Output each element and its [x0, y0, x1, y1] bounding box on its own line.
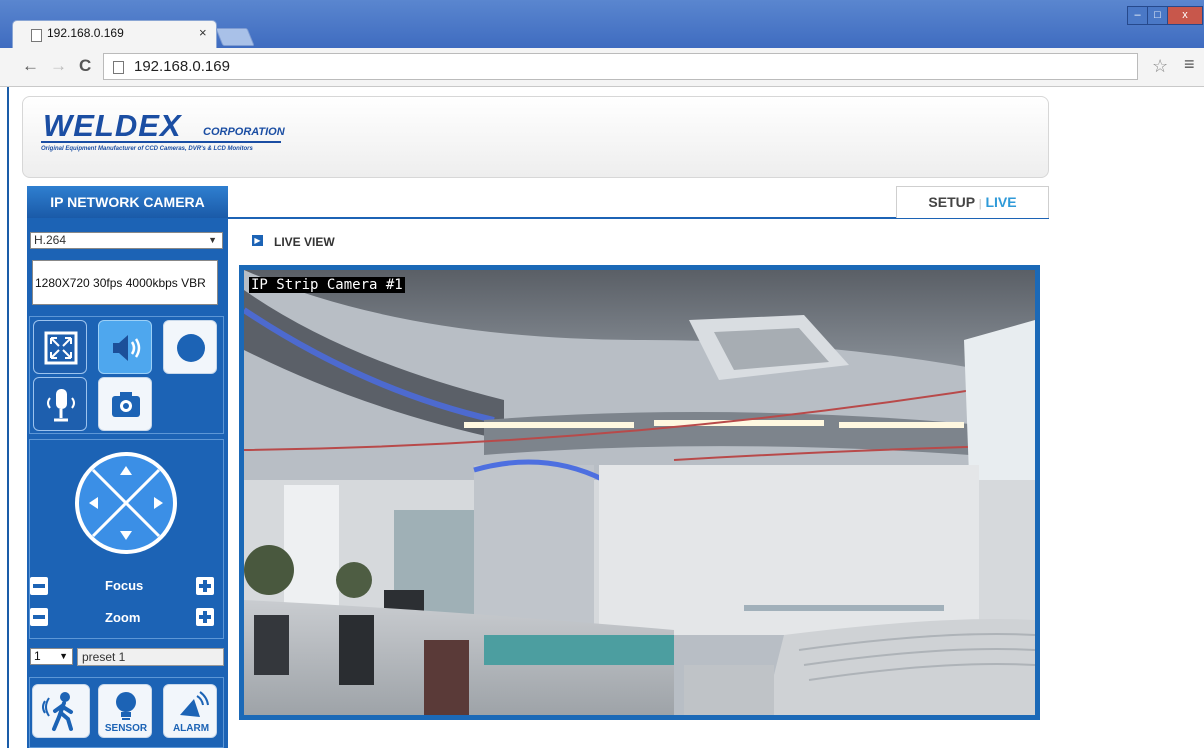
page-icon — [113, 61, 124, 74]
fullscreen-icon — [44, 331, 78, 365]
sensor-button[interactable]: SENSOR — [98, 684, 152, 738]
record-button[interactable] — [163, 320, 217, 374]
minimize-button[interactable]: – — [1127, 6, 1148, 25]
zoom-label: Zoom — [105, 610, 141, 625]
speaker-icon — [113, 335, 141, 361]
zoom-plus-button[interactable] — [196, 608, 214, 626]
page-left-border — [7, 87, 9, 748]
live-video-viewer: IP Strip Camera #1 — [239, 265, 1040, 720]
focus-label: Focus — [105, 578, 144, 593]
camera-icon — [112, 392, 140, 417]
motion-icon — [42, 692, 73, 731]
codec-select[interactable]: H.264 ▼ — [30, 232, 223, 249]
camera-scene-image — [244, 270, 1035, 715]
mode-tabs: SETUP | LIVE — [896, 186, 1049, 218]
section-title: LIVE VIEW — [274, 235, 335, 249]
ptz-direction-pad[interactable] — [73, 450, 179, 556]
browser-toolbar: ← → C 192.168.0.169 ☆ ≡ — [0, 48, 1204, 87]
preset-number: 1 — [34, 649, 41, 663]
tab-close-icon[interactable]: × — [199, 25, 207, 40]
zoom-minus-button[interactable] — [30, 608, 48, 626]
alarm-label: ALARM — [172, 723, 210, 734]
fullscreen-button[interactable] — [33, 320, 87, 374]
camera-osd: IP Strip Camera #1 — [249, 277, 405, 293]
codec-value: H.264 — [34, 233, 67, 247]
logo-name: WELDEX — [43, 108, 182, 143]
close-window-button[interactable]: x — [1167, 6, 1203, 25]
logo-corp: CORPORATION — [203, 126, 285, 138]
microphone-icon — [47, 389, 75, 422]
record-icon — [177, 334, 205, 362]
camera-sidebar: IP NETWORK CAMERA H.264 ▼ 1280X720 30fps… — [27, 186, 228, 748]
sidebar-title: IP NETWORK CAMERA — [27, 186, 228, 218]
snapshot-button[interactable] — [98, 377, 152, 431]
chevron-down-icon: ▼ — [59, 651, 68, 661]
bookmark-star-icon[interactable]: ☆ — [1152, 56, 1168, 77]
new-tab-button[interactable] — [215, 28, 255, 46]
forward-icon[interactable]: → — [50, 56, 67, 76]
url-text: 192.168.0.169 — [134, 58, 230, 75]
audio-button[interactable] — [98, 320, 152, 374]
focus-minus-button[interactable] — [30, 577, 48, 595]
control-panel — [29, 316, 224, 434]
tab-separator: | — [978, 198, 982, 210]
sensor-label: SENSOR — [104, 723, 148, 734]
address-bar[interactable]: 192.168.0.169 — [103, 53, 1138, 80]
camera-video-frame[interactable]: IP Strip Camera #1 — [244, 270, 1035, 715]
microphone-button[interactable] — [33, 377, 87, 431]
tab-title: 192.168.0.169 — [47, 26, 124, 40]
stream-info: 1280X720 30fps 4000kbps VBR — [32, 260, 218, 305]
page-header: WELDEX CORPORATION Original Equipment Ma… — [22, 96, 1049, 178]
event-panel: SENSOR ALARM — [29, 677, 224, 748]
logo-tagline: Original Equipment Manufacturer of CCD C… — [41, 146, 253, 152]
tab-setup[interactable]: SETUP — [928, 194, 974, 210]
alarm-button[interactable]: ALARM — [163, 684, 217, 738]
alarm-icon — [180, 691, 209, 717]
preset-name-field[interactable]: preset 1 — [77, 648, 224, 666]
maximize-button[interactable]: □ — [1147, 6, 1168, 25]
preset-select[interactable]: 1 ▼ — [30, 648, 73, 665]
focus-plus-button[interactable] — [196, 577, 214, 595]
section-arrow-icon: ▶ — [252, 235, 263, 246]
tab-live[interactable]: LIVE — [985, 194, 1016, 210]
back-icon[interactable]: ← — [22, 56, 39, 76]
browser-title-bar: 192.168.0.169 × – □ x — [0, 0, 1204, 48]
browser-tab[interactable]: 192.168.0.169 × — [12, 20, 217, 48]
page-icon — [31, 29, 42, 42]
reload-icon[interactable]: C — [79, 56, 91, 76]
chevron-down-icon: ▼ — [208, 235, 217, 245]
motion-button[interactable] — [32, 684, 90, 738]
menu-icon[interactable]: ≡ — [1184, 54, 1195, 75]
logo-underline — [41, 141, 281, 143]
sensor-icon — [116, 692, 136, 720]
